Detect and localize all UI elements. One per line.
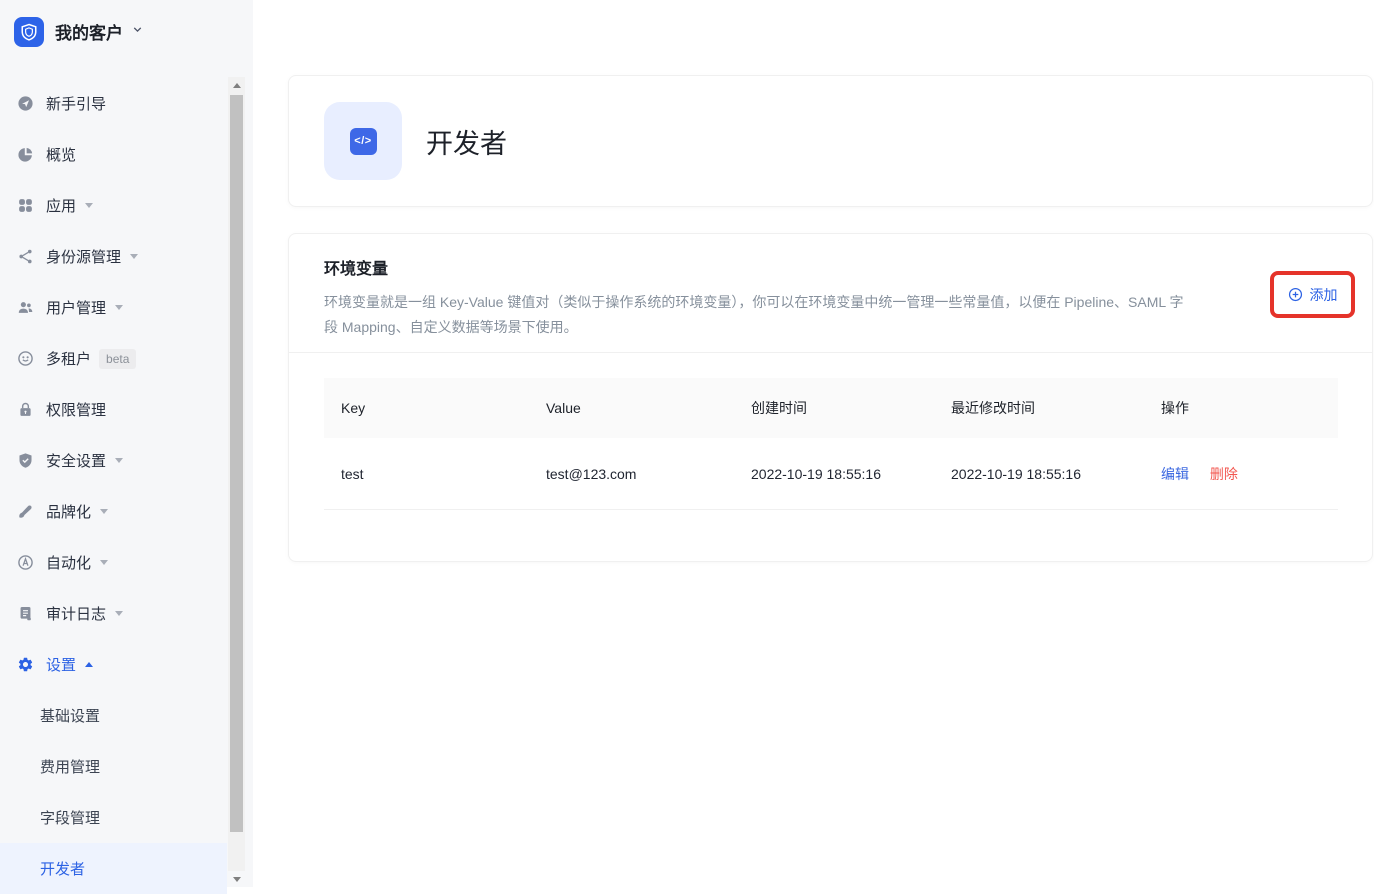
sidebar-item-settings[interactable]: 设置 [0,639,253,690]
sidebar-item-audit-logs[interactable]: 审计日志 [0,588,253,639]
table-header-row: Key Value 创建时间 最近修改时间 操作 [324,378,1338,438]
plus-circle-icon [1288,287,1303,302]
chevron-down-icon [85,203,93,208]
scroll-up-button[interactable] [228,77,245,93]
shield-check-icon [17,452,34,469]
column-header-actions: 操作 [1144,398,1338,418]
brand-logo [14,17,44,47]
gear-icon [17,656,34,673]
add-button[interactable]: 添加 [1288,285,1338,305]
sidebar-item-label: 概览 [46,144,76,165]
delete-link[interactable]: 删除 [1210,466,1238,482]
sidebar-item-label: 审计日志 [46,603,106,624]
chevron-down-icon [131,23,144,41]
column-header-created: 创建时间 [734,398,934,418]
page-title: 开发者 [426,122,507,161]
sidebar-item-label: 权限管理 [46,399,106,420]
sidebar-item-apps[interactable]: 应用 [0,180,253,231]
sidebar-item-overview[interactable]: 概览 [0,129,253,180]
sidebar-item-label: 用户管理 [46,297,106,318]
column-header-value: Value [529,400,734,416]
sidebar-item-user-management[interactable]: 用户管理 [0,282,253,333]
sidebar-item-label: 应用 [46,195,76,216]
sidebar-item-billing[interactable]: 费用管理 [0,741,253,792]
workspace-name: 我的客户 [55,19,123,44]
sidebar: 我的客户 新手引导 概览 应用 身份源管理 [0,0,253,887]
cell-created: 2022-10-19 18:55:16 [734,466,934,482]
env-vars-header: 环境变量 环境变量就是一组 Key-Value 键值对（类似于操作系统的环境变量… [289,234,1372,353]
chevron-down-icon [115,305,123,310]
chevron-down-icon [130,254,138,259]
sidebar-item-label: 身份源管理 [46,246,121,267]
pie-chart-icon [17,146,34,163]
sidebar-item-label: 多租户 [46,348,91,369]
chevron-up-icon [85,662,93,667]
sidebar-item-automation[interactable]: 自动化 [0,537,253,588]
sidebar-item-security[interactable]: 安全设置 [0,435,253,486]
sidebar-nav: 新手引导 概览 应用 身份源管理 用户管理 [0,78,253,894]
sidebar-item-label: 品牌化 [46,501,91,522]
sidebar-item-label: 自动化 [46,552,91,573]
sidebar-item-guide[interactable]: 新手引导 [0,78,253,129]
sidebar-item-permissions[interactable]: 权限管理 [0,384,253,435]
automation-icon [17,554,34,571]
triangle-down-icon [233,877,241,882]
paper-plane-icon [17,95,34,112]
developer-icon-tile: </> [324,102,402,180]
cell-key: test [324,466,529,482]
sidebar-item-multi-tenant[interactable]: 多租户 beta [0,333,253,384]
section-title: 环境变量 [324,255,1337,279]
cell-actions: 编辑 删除 [1144,464,1338,484]
workspace-switcher[interactable]: 我的客户 [0,0,253,48]
column-header-modified: 最近修改时间 [934,398,1144,418]
sidebar-item-basic-settings[interactable]: 基础设置 [0,690,253,741]
sidebar-item-branding[interactable]: 品牌化 [0,486,253,537]
sidebar-item-label: 设置 [46,654,76,675]
lock-icon [17,401,34,418]
table-row: test test@123.com 2022-10-19 18:55:16 20… [324,438,1338,510]
apps-icon [17,197,34,214]
chevron-down-icon [100,560,108,565]
main-content: </> 开发者 环境变量 环境变量就是一组 Key-Value 键值对（类似于操… [253,0,1374,887]
chevron-down-icon [115,611,123,616]
users-icon [17,299,34,316]
chevron-down-icon [100,509,108,514]
edit-link[interactable]: 编辑 [1161,466,1189,482]
brush-icon [17,503,34,520]
scroll-down-button[interactable] [228,871,245,887]
section-description: 环境变量就是一组 Key-Value 键值对（类似于操作系统的环境变量），你可以… [324,290,1190,340]
sidebar-scrollbar[interactable] [228,77,245,887]
page-header-card: </> 开发者 [288,75,1373,207]
sidebar-item-label: 安全设置 [46,450,106,471]
sidebar-item-fields[interactable]: 字段管理 [0,792,253,843]
cell-value: test@123.com [529,466,734,482]
beta-badge: beta [99,349,136,369]
add-button-label: 添加 [1310,285,1338,305]
sidebar-item-developer[interactable]: 开发者 [0,843,227,894]
code-icon: </> [350,128,377,155]
chevron-down-icon [115,458,123,463]
triangle-up-icon [233,83,241,88]
sidebar-item-label: 费用管理 [40,756,100,777]
sidebar-item-identity-sources[interactable]: 身份源管理 [0,231,253,282]
env-vars-card: 环境变量 环境变量就是一组 Key-Value 键值对（类似于操作系统的环境变量… [288,233,1373,562]
sidebar-item-label: 基础设置 [40,705,100,726]
share-icon [17,248,34,265]
sidebar-item-label: 开发者 [40,858,85,879]
app-window: 我的客户 新手引导 概览 应用 身份源管理 [0,0,1374,887]
red-highlight-annotation: 添加 [1270,271,1355,318]
column-header-key: Key [324,400,529,416]
sidebar-item-label: 新手引导 [46,93,106,114]
tenant-icon [17,350,34,367]
scrollbar-thumb[interactable] [230,95,243,832]
env-vars-table: Key Value 创建时间 最近修改时间 操作 test test@123.c… [324,378,1338,510]
cell-modified: 2022-10-19 18:55:16 [934,466,1144,482]
log-icon [17,605,34,622]
sidebar-item-label: 字段管理 [40,807,100,828]
